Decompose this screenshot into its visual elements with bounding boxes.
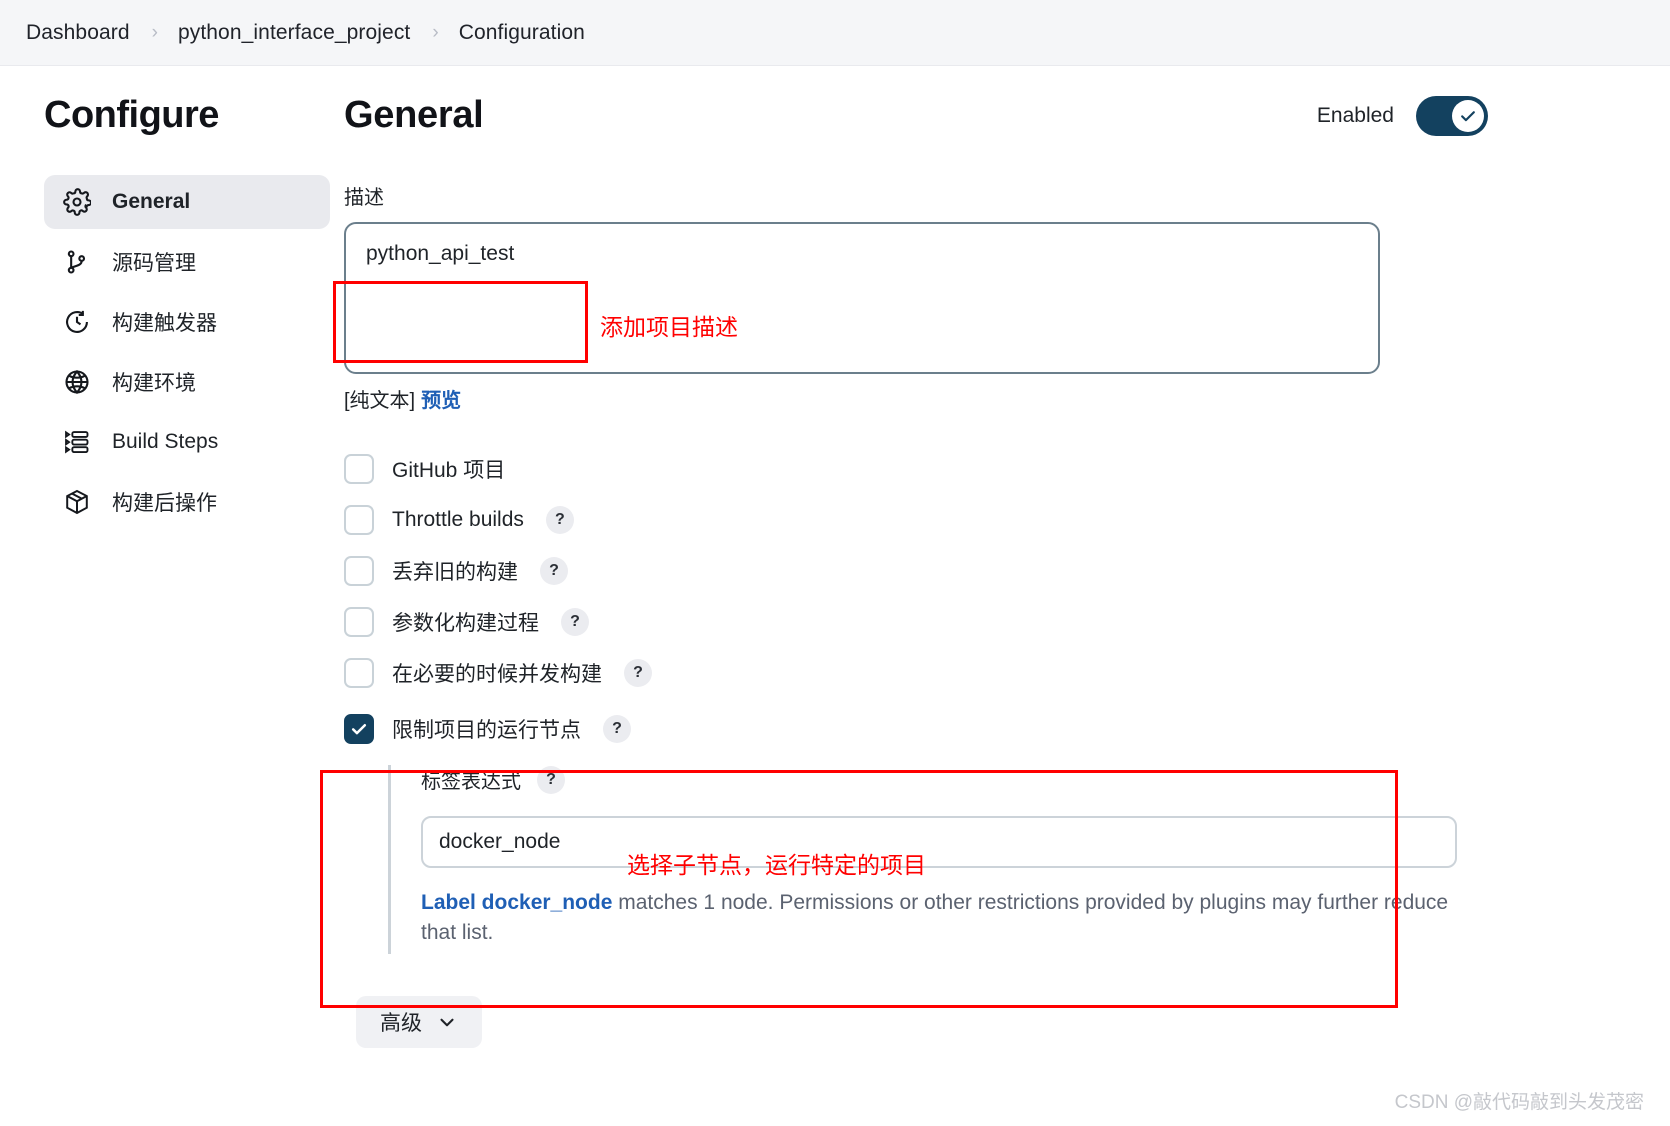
restrict-node-block: 限制项目的运行节点 ? 标签表达式 ? Label docker_node ma… <box>344 711 1630 954</box>
general-panel: General Enabled 描述 [纯文本]预览 <box>330 94 1670 1126</box>
panel-header: General Enabled <box>344 94 1630 137</box>
breadcrumb-item-dashboard[interactable]: Dashboard <box>22 21 134 45</box>
sidebar-item-label: 构建后操作 <box>112 492 217 515</box>
help-icon[interactable]: ? <box>545 506 574 534</box>
checkbox-label: 丢弃旧的构建 <box>392 561 518 584</box>
options-checkbox-list: GitHub 项目 Throttle builds ? 丢弃旧的构建 ? 参数化… <box>344 451 1630 691</box>
breadcrumb-separator-icon: › <box>432 21 439 43</box>
sidebar-item-label: 源码管理 <box>112 252 196 275</box>
sidebar-item-build-environment[interactable]: 构建环境 <box>44 355 330 409</box>
label-link[interactable]: Label docker_node <box>421 891 612 914</box>
checkbox-row-parameterized-build[interactable]: 参数化构建过程 ? <box>344 604 1630 640</box>
advanced-button[interactable]: 高级 <box>356 995 482 1048</box>
label-expression-label: 标签表达式 <box>421 771 521 793</box>
branch-icon <box>62 247 92 277</box>
checkbox-github-project[interactable] <box>344 454 374 484</box>
sidebar-item-label: 构建环境 <box>112 372 196 395</box>
checkbox-row-restrict-node[interactable]: 限制项目的运行节点 ? <box>344 711 1630 747</box>
toggle-knob <box>1452 99 1484 132</box>
description-label: 描述 <box>344 187 384 209</box>
sidebar-item-scm[interactable]: 源码管理 <box>44 235 330 289</box>
checkbox-label: Throttle builds <box>392 508 524 531</box>
sidebar-item-build-steps[interactable]: Build Steps <box>44 415 330 469</box>
label-expression-input[interactable] <box>421 816 1457 868</box>
breadcrumb-item-project[interactable]: python_interface_project <box>174 21 414 45</box>
advanced-label: 高级 <box>380 1011 422 1035</box>
sidebar-item-build-triggers[interactable]: 构建触发器 <box>44 295 330 349</box>
list-steps-icon <box>62 427 92 457</box>
section-title: General <box>344 94 484 136</box>
checkbox-restrict-node[interactable] <box>344 714 374 744</box>
description-textarea[interactable] <box>344 222 1380 374</box>
help-icon[interactable]: ? <box>540 557 568 585</box>
enabled-control: Enabled <box>1316 95 1488 136</box>
label-expression-header: 标签表达式 ? <box>421 765 1630 794</box>
checkbox-label: 参数化构建过程 <box>392 612 539 635</box>
checkbox-row-discard-old-builds[interactable]: 丢弃旧的构建 ? <box>344 553 1630 589</box>
package-icon <box>62 487 92 517</box>
checkbox-throttle-builds[interactable] <box>344 505 374 535</box>
label-expression-group: 标签表达式 ? Label docker_node matches 1 node… <box>388 765 1630 954</box>
help-icon[interactable]: ? <box>537 765 565 794</box>
breadcrumb-separator-icon: › <box>151 21 158 43</box>
label-match-message: Label docker_node matches 1 node. Permis… <box>421 888 1457 948</box>
breadcrumb: Dashboard › python_interface_project › C… <box>0 0 1670 66</box>
checkbox-concurrent-builds[interactable] <box>344 658 374 688</box>
check-icon <box>1461 110 1475 121</box>
watermark: CSDN @敲代码敲到头发茂密 <box>1394 1092 1644 1113</box>
globe-icon <box>62 367 92 397</box>
clock-icon <box>62 307 92 337</box>
checkbox-label: 限制项目的运行节点 <box>392 719 581 742</box>
annotation-description: 添加项目描述 <box>600 314 738 340</box>
plain-text-label: [纯文本] <box>344 390 416 412</box>
enabled-toggle[interactable] <box>1416 95 1488 136</box>
checkbox-row-github-project[interactable]: GitHub 项目 <box>344 451 1630 487</box>
sidebar-item-label: General <box>112 190 191 213</box>
breadcrumb-item-configuration[interactable]: Configuration <box>455 21 589 45</box>
checkbox-discard-old-builds[interactable] <box>344 556 374 586</box>
enabled-label: Enabled <box>1316 103 1394 127</box>
help-icon[interactable]: ? <box>561 608 589 636</box>
configure-sidebar: Configure General 源码管理 构建触发器 构建环境 Build … <box>0 94 330 1126</box>
gear-icon <box>62 187 92 217</box>
preview-link[interactable]: 预览 <box>421 390 461 412</box>
checkbox-label: GitHub 项目 <box>392 459 506 482</box>
checkbox-row-throttle-builds[interactable]: Throttle builds ? <box>344 502 1630 538</box>
page-title: Configure <box>44 94 219 136</box>
help-icon[interactable]: ? <box>624 659 652 687</box>
sidebar-item-label: 构建触发器 <box>112 312 217 335</box>
chevron-down-icon <box>440 1018 454 1026</box>
sidebar-item-post-build-actions[interactable]: 构建后操作 <box>44 475 330 529</box>
checkbox-parameterized-build[interactable] <box>344 607 374 637</box>
annotation-node: 选择子节点，运行特定的项目 <box>627 852 926 878</box>
description-footer: [纯文本] 预览 <box>344 384 1630 413</box>
sidebar-item-general[interactable]: General <box>44 175 330 229</box>
sidebar-nav: General 源码管理 构建触发器 构建环境 Build Steps 构建后操… <box>44 175 330 529</box>
help-icon[interactable]: ? <box>603 715 631 743</box>
check-icon <box>351 724 367 735</box>
checkbox-label: 在必要的时候并发构建 <box>392 663 602 686</box>
page-body: Configure General 源码管理 构建触发器 构建环境 Build … <box>0 66 1670 1126</box>
sidebar-item-label: Build Steps <box>112 430 219 453</box>
checkbox-row-concurrent-builds[interactable]: 在必要的时候并发构建 ? <box>344 655 1630 691</box>
